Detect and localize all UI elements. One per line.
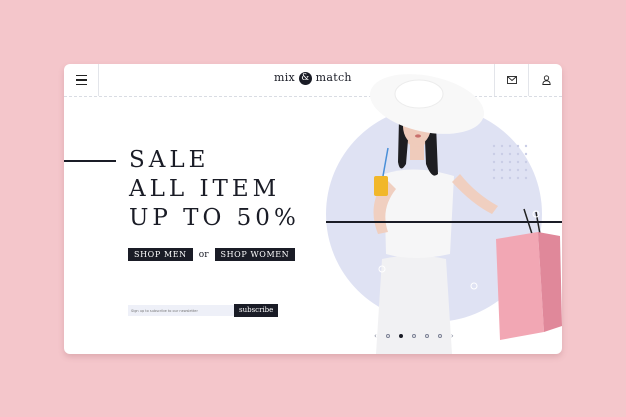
landing-page-card: mix & match SALE ALL ITEM UP TO 50% SHOP… bbox=[64, 64, 562, 354]
subscribe-button[interactable]: subscribe bbox=[234, 304, 279, 317]
shop-women-button[interactable]: SHOP WOMEN bbox=[214, 248, 296, 261]
carousel-dot[interactable] bbox=[437, 334, 442, 338]
headline-line-2: ALL ITEM bbox=[129, 176, 281, 202]
sale-headline: SALE ALL ITEM UP TO 50% bbox=[129, 146, 300, 233]
logo-text-mix: mix bbox=[274, 71, 296, 84]
headline-rule-right bbox=[326, 221, 562, 223]
headline-rule-left bbox=[64, 160, 116, 162]
carousel-dot[interactable] bbox=[424, 334, 429, 338]
or-separator: or bbox=[198, 249, 209, 260]
hero-model-image bbox=[304, 64, 562, 354]
shop-men-button[interactable]: SHOP MEN bbox=[128, 248, 193, 261]
carousel-prev-arrow[interactable]: ‹ bbox=[374, 332, 377, 340]
menu-icon[interactable] bbox=[64, 64, 99, 96]
carousel-dot[interactable] bbox=[411, 334, 416, 338]
carousel-next-arrow[interactable]: › bbox=[451, 332, 454, 340]
carousel-pagination: ‹ › bbox=[374, 332, 454, 340]
headline-line-3: UP TO 50% bbox=[129, 205, 300, 231]
carousel-dot[interactable] bbox=[398, 334, 403, 338]
newsletter-form: subscribe bbox=[128, 304, 279, 317]
headline-line-1: SALE bbox=[129, 147, 210, 173]
shop-buttons-row: SHOP MEN or SHOP WOMEN bbox=[128, 248, 296, 261]
carousel-dot[interactable] bbox=[385, 334, 390, 338]
newsletter-email-input[interactable] bbox=[128, 305, 234, 316]
